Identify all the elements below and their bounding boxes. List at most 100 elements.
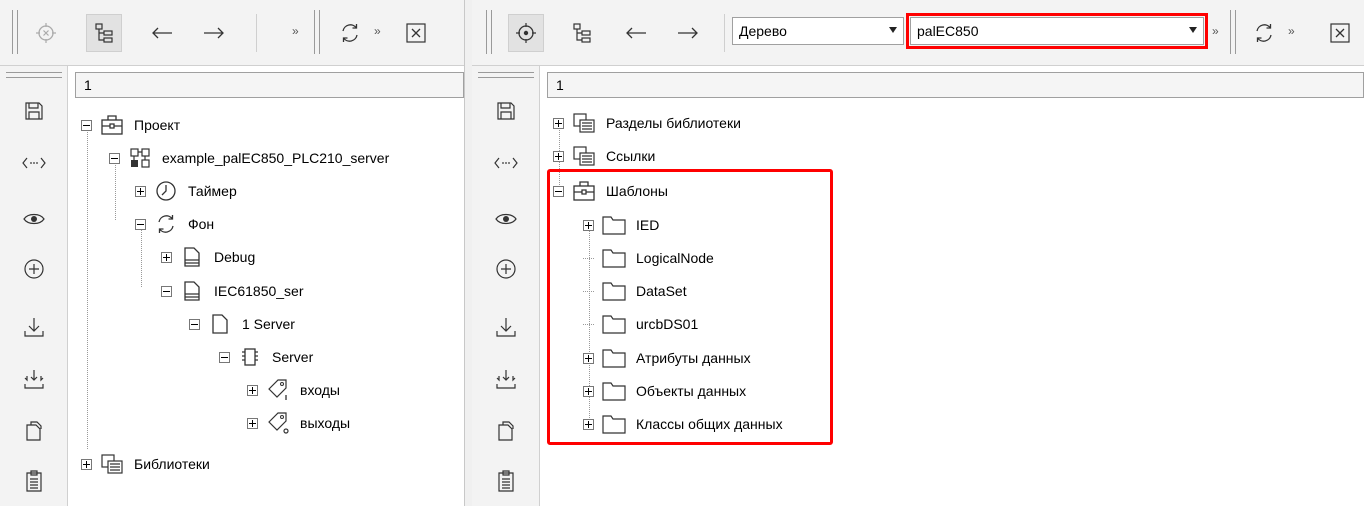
overflow-chevron-icon[interactable]: » [1288, 24, 1295, 38]
close-icon[interactable] [1322, 14, 1358, 52]
eye-icon[interactable] [488, 202, 524, 236]
download-all-icon[interactable] [16, 362, 52, 396]
back-arrow-icon[interactable] [144, 14, 180, 52]
close-icon[interactable] [398, 14, 434, 52]
network-nodes-icon [126, 145, 154, 171]
download-all-icon[interactable] [488, 362, 524, 396]
add-circle-icon[interactable] [16, 252, 52, 286]
toolbar-grip[interactable] [314, 10, 320, 54]
overflow-chevron-icon[interactable]: » [1212, 24, 1219, 38]
left-sidebar [0, 66, 68, 506]
cycle-arrows-icon [152, 211, 180, 237]
collapse-toggle[interactable] [81, 119, 92, 131]
tree-row-server[interactable]: Server [219, 342, 313, 372]
tree-label: Debug [214, 249, 256, 265]
collapse-toggle[interactable] [219, 351, 230, 363]
tree-row-iec61850[interactable]: IEC61850_ser [161, 276, 304, 306]
chip-icon [236, 344, 264, 370]
document-icon [206, 311, 234, 337]
tree-row-links[interactable]: Ссылки [553, 141, 655, 171]
refresh-icon[interactable] [332, 14, 368, 52]
eye-icon[interactable] [16, 202, 52, 236]
dropdown-arrow-icon[interactable] [1189, 27, 1197, 33]
overflow-chevron-icon[interactable]: » [374, 24, 381, 38]
templates-highlight [547, 169, 833, 445]
tree-row-timer[interactable]: Таймер [135, 176, 237, 206]
code-brackets-icon[interactable] [16, 146, 52, 180]
forward-arrow-icon[interactable] [670, 14, 706, 52]
add-circle-icon[interactable] [488, 252, 524, 286]
expand-toggle[interactable] [247, 417, 258, 429]
collapse-toggle[interactable] [161, 285, 172, 297]
expand-toggle[interactable] [81, 458, 92, 470]
tree-row-libraries[interactable]: Библиотеки [81, 449, 210, 479]
tree-label: Server [272, 349, 314, 365]
refresh-icon[interactable] [1246, 14, 1282, 52]
toolbar-grip[interactable] [1230, 10, 1236, 54]
code-brackets-icon[interactable] [488, 146, 524, 180]
paste-icon[interactable] [16, 464, 52, 498]
toolbar-grip[interactable] [12, 10, 18, 54]
tree-row-library-sections[interactable]: Разделы библиотеки [553, 108, 741, 138]
forward-arrow-icon[interactable] [196, 14, 232, 52]
save-icon[interactable] [488, 94, 524, 128]
left-tree-area: 1 Проект example_palEC850_PLC210_server … [75, 72, 464, 506]
tree-row-device[interactable]: example_palEC850_PLC210_server [109, 143, 389, 173]
tree-row-inputs[interactable]: входы [247, 375, 340, 405]
tree-label: Ссылки [606, 148, 656, 164]
right-sidebar [472, 66, 540, 506]
library-icon [98, 451, 126, 477]
back-arrow-icon[interactable] [618, 14, 654, 52]
copy-icon[interactable] [16, 414, 52, 448]
expand-toggle[interactable] [135, 185, 146, 197]
tree-view-icon[interactable] [86, 14, 122, 52]
tree-view-icon[interactable] [564, 14, 600, 52]
document-stack-icon [178, 278, 206, 304]
library-icon [570, 143, 598, 169]
locate-icon[interactable] [28, 14, 64, 52]
locate-icon[interactable] [508, 14, 544, 52]
sidebar-grip[interactable] [478, 72, 534, 78]
right-panel: Дерево palEC850 » » 1 Разделы библиотеки… [472, 0, 1364, 506]
tree-label: example_palEC850_PLC210_server [162, 150, 390, 166]
expand-toggle[interactable] [161, 251, 172, 263]
tag-output-icon [264, 410, 292, 436]
paste-icon[interactable] [488, 464, 524, 498]
tag-input-icon [264, 377, 292, 403]
library-icon [570, 110, 598, 136]
toolbar-grip[interactable] [486, 10, 492, 54]
tree-label: 1 Server [242, 316, 295, 332]
copy-icon[interactable] [488, 414, 524, 448]
collapse-toggle[interactable] [109, 152, 120, 164]
collapse-toggle[interactable] [135, 218, 146, 230]
right-toolbar: Дерево palEC850 » » [472, 0, 1364, 66]
collapse-toggle[interactable] [189, 318, 200, 330]
view-mode-select[interactable]: Дерево [732, 17, 904, 45]
tree-row-project[interactable]: Проект [81, 110, 180, 140]
download-icon[interactable] [16, 310, 52, 344]
source-select[interactable]: palEC850 [906, 13, 1208, 49]
tree-label: входы [300, 382, 340, 398]
expand-toggle[interactable] [553, 117, 564, 129]
expand-toggle[interactable] [553, 150, 564, 162]
project-tree[interactable]: Проект example_palEC850_PLC210_server Та… [75, 98, 464, 498]
expand-toggle[interactable] [247, 384, 258, 396]
tree-label: выходы [300, 415, 351, 431]
download-icon[interactable] [488, 310, 524, 344]
left-panel: » » 1 Проект example_palEC850_PLC210_ser… [0, 0, 468, 506]
tree-label: Библиотеки [134, 456, 210, 472]
tree-row-background[interactable]: Фон [135, 209, 214, 239]
dropdown-arrow-icon[interactable] [889, 27, 897, 33]
tree-row-1server[interactable]: 1 Server [189, 309, 295, 339]
document-stack-icon [178, 244, 206, 270]
tree-header: 1 [547, 72, 1364, 98]
tree-row-debug[interactable]: Debug [161, 242, 255, 272]
overflow-chevron-icon[interactable]: » [292, 24, 299, 38]
tree-label: Фон [188, 216, 215, 232]
clock-icon [152, 178, 180, 204]
tree-row-outputs[interactable]: выходы [247, 408, 350, 438]
sidebar-grip[interactable] [6, 72, 62, 78]
save-icon[interactable] [16, 94, 52, 128]
library-tree[interactable]: Разделы библиотеки Ссылки Шаблоны IED Lo [547, 98, 1364, 498]
tree-label: Проект [134, 117, 181, 133]
